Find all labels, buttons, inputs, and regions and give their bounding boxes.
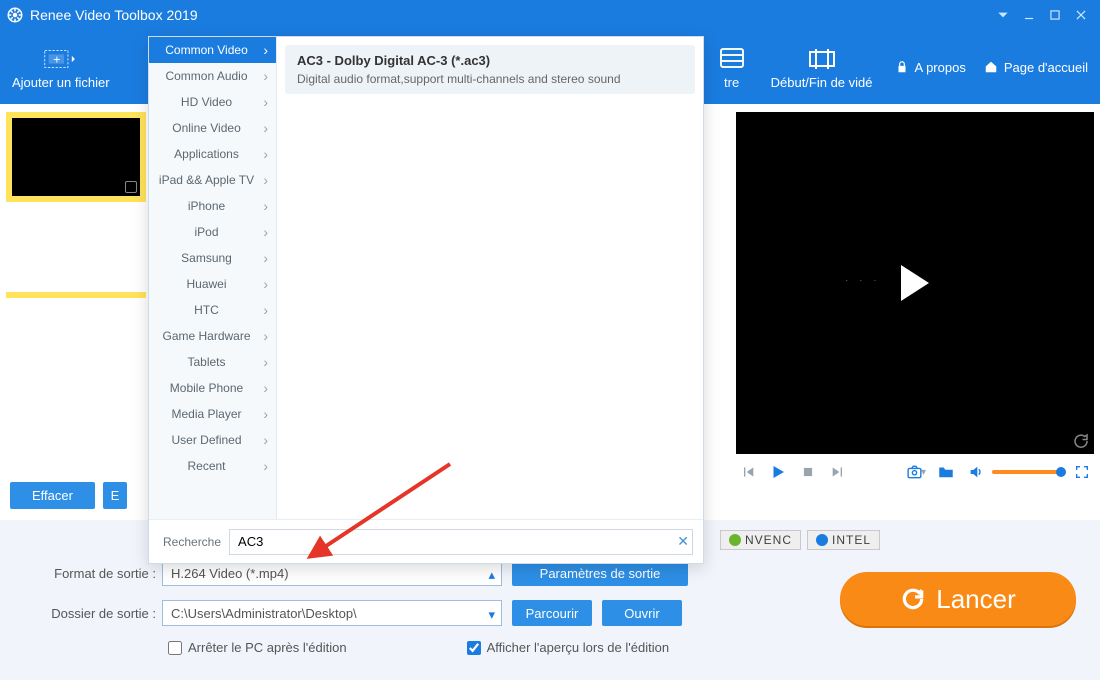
home-icon [984,60,998,74]
video-preview: · · · ▾ [736,112,1094,490]
volume-slider[interactable] [992,470,1062,474]
format-result-desc: Digital audio format,support multi-chann… [297,72,683,86]
gpu-intel-badge[interactable]: INTEL [807,530,880,550]
clear-search-icon[interactable]: ✕ [677,533,689,550]
format-category-item[interactable]: Mobile Phone [149,375,276,401]
trim-icon [805,45,839,73]
minimize-button[interactable] [1016,2,1042,28]
prev-button[interactable] [738,462,758,482]
preview-checkbox[interactable]: Afficher l'aperçu lors de l'édition [467,640,670,655]
format-category-item[interactable]: Tablets [149,349,276,375]
play-large-icon [901,265,929,301]
format-search-row: Recherche ✕ [149,519,703,563]
format-result-item[interactable]: AC3 - Dolby Digital AC-3 (*.ac3) Digital… [285,45,695,94]
fullscreen-button[interactable] [1072,462,1092,482]
format-category-list: Common VideoCommon AudioHD VideoOnline V… [149,37,277,519]
lock-icon [895,60,909,74]
app-logo-icon [6,6,24,24]
browse-button[interactable]: Parcourir [512,600,592,626]
toolbar-item-hidden-1[interactable]: tre [715,45,749,90]
toolbar-label-trim: Début/Fin de vidé [771,75,873,90]
format-category-item[interactable]: Samsung [149,245,276,271]
volume-button[interactable] [966,462,986,482]
format-category-item[interactable]: User Defined [149,427,276,453]
homepage-link[interactable]: Page d'accueil [984,60,1088,75]
toolbar-label-1: tre [724,75,739,90]
stop-button[interactable] [798,462,818,482]
add-file-button[interactable]: + Ajouter un fichier [12,45,110,90]
output-folder-value: C:\Users\Administrator\Desktop\ [171,606,357,621]
format-category-item[interactable]: Common Video [149,37,276,63]
refresh-icon [900,586,926,612]
format-dropdown-panel: Common VideoCommon AudioHD VideoOnline V… [148,36,704,564]
maximize-button[interactable] [1042,2,1068,28]
shutdown-checkbox[interactable]: Arrêter le PC après l'édition [168,640,347,655]
format-category-item[interactable]: iPhone [149,193,276,219]
svg-text:+: + [53,52,60,66]
format-category-item[interactable]: Huawei [149,271,276,297]
next-button[interactable] [828,462,848,482]
output-folder-combo[interactable]: C:\Users\Administrator\Desktop\ ▾ [162,600,502,626]
format-category-item[interactable]: Online Video [149,115,276,141]
preview-screen[interactable]: · · · [736,112,1094,454]
app-title: Renee Video Toolbox 2019 [30,7,198,23]
titlebar: Renee Video Toolbox 2019 [0,0,1100,30]
settings-icon [715,45,749,73]
format-category-item[interactable]: HD Video [149,89,276,115]
search-label: Recherche [163,535,221,549]
thumbnail-item[interactable] [12,118,140,196]
reload-icon [1072,432,1090,450]
thumbnail-list [6,112,146,298]
format-category-item[interactable]: Common Audio [149,63,276,89]
format-category-item[interactable]: iPad && Apple TV [149,167,276,193]
format-result-title: AC3 - Dolby Digital AC-3 (*.ac3) [297,53,683,68]
chevron-up-icon: ▴ [488,567,495,583]
add-file-icon: + [44,45,78,73]
format-search-input[interactable] [229,529,693,555]
dropdown-menu-icon[interactable] [990,2,1016,28]
chevron-down-icon: ▾ [488,607,495,623]
format-result-list: AC3 - Dolby Digital AC-3 (*.ac3) Digital… [277,37,703,519]
toolbar-item-trim[interactable]: Début/Fin de vidé [771,45,873,90]
format-category-item[interactable]: HTC [149,297,276,323]
play-button[interactable] [768,462,788,482]
add-file-label: Ajouter un fichier [12,75,110,90]
format-label: Format de sortie : [20,566,162,581]
edit-button-partial[interactable]: E [103,482,127,509]
thumbnail-strip [6,112,146,202]
format-category-item[interactable]: Media Player [149,401,276,427]
launch-button[interactable]: Lancer [840,572,1076,626]
format-category-item[interactable]: Applications [149,141,276,167]
gpu-nvenc-badge[interactable]: NVENC [720,530,801,550]
preview-controls: ▾ [736,454,1094,490]
open-folder-button[interactable] [936,462,956,482]
clear-button[interactable]: Effacer [10,482,95,509]
folder-label: Dossier de sortie : [20,606,162,621]
format-category-item[interactable]: Recent [149,453,276,479]
snapshot-button[interactable]: ▾ [906,462,926,482]
close-button[interactable] [1068,2,1094,28]
format-category-item[interactable]: Game Hardware [149,323,276,349]
open-button[interactable]: Ouvrir [602,600,682,626]
about-link[interactable]: A propos [895,60,966,75]
output-format-value: H.264 Video (*.mp4) [171,566,289,581]
format-category-item[interactable]: iPod [149,219,276,245]
